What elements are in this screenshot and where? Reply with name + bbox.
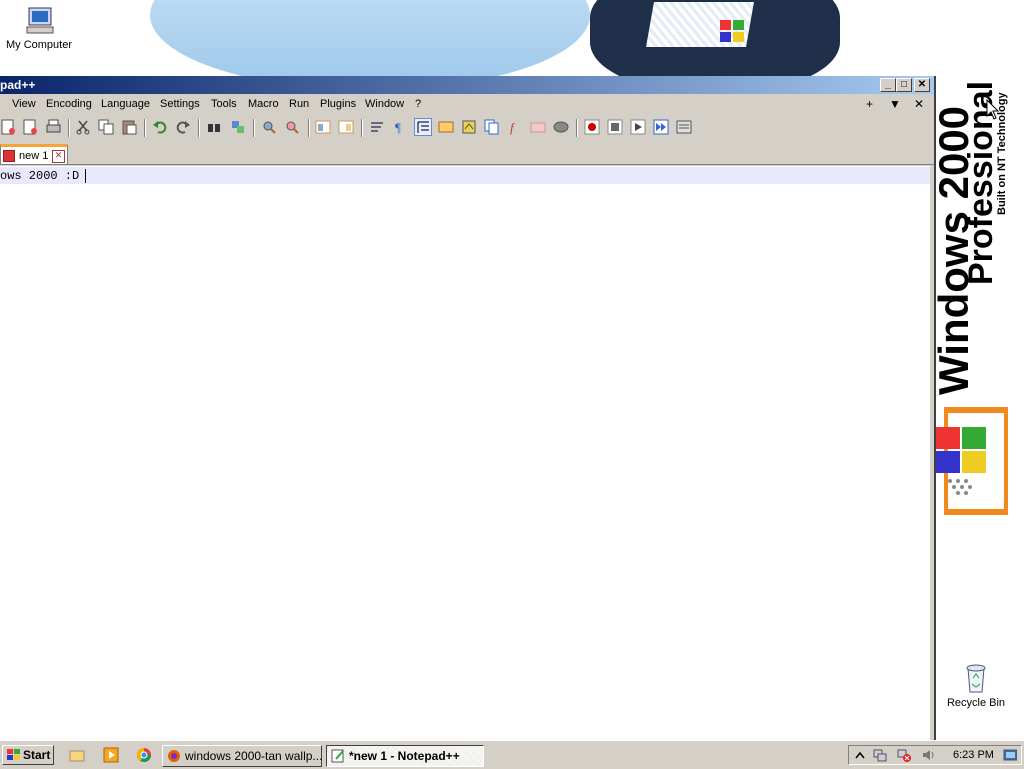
toolbar-separator: [253, 119, 255, 137]
toolbar-separator: [68, 119, 70, 137]
copy-icon[interactable]: [98, 119, 114, 135]
indent-guide-icon[interactable]: [414, 118, 432, 136]
menu-plugins[interactable]: Plugins: [320, 98, 356, 110]
show-all-characters-icon[interactable]: ¶: [392, 119, 408, 135]
document-map-icon[interactable]: [461, 119, 477, 135]
close-document-button[interactable]: ✕: [914, 97, 924, 111]
windows-2000-branding: Windows 2000 Professional Built on NT Te…: [930, 55, 1020, 735]
show-desktop-icon[interactable]: [1003, 748, 1017, 762]
taskbar-browser-window[interactable]: windows 2000-tan wallp...: [162, 745, 322, 767]
current-line-highlight: [0, 167, 930, 184]
tab-label: new 1: [19, 150, 49, 162]
start-button[interactable]: Start: [2, 745, 54, 765]
network-disconnected-icon[interactable]: [897, 748, 911, 762]
windows-logo-icon: [936, 407, 1008, 515]
undo-icon[interactable]: [152, 119, 168, 135]
menu-view[interactable]: View: [12, 98, 36, 110]
word-wrap-icon[interactable]: [369, 119, 385, 135]
start-label: Start: [23, 748, 51, 762]
mouse-cursor-icon: [986, 99, 1000, 120]
folder-as-workspace-icon[interactable]: [530, 119, 546, 135]
notepad-plus-plus-window: pad++ _ □ ✕ View Encoding Language Setti…: [0, 76, 936, 741]
brand-edition-text: Professional: [962, 80, 1000, 285]
windows-flag-icon: [720, 20, 744, 42]
record-macro-icon[interactable]: [584, 119, 600, 135]
find-icon[interactable]: [206, 119, 222, 135]
close-window-button[interactable]: ✕: [914, 78, 930, 92]
svg-text:f: f: [510, 120, 516, 135]
editor-content: ows 2000 :D: [0, 169, 80, 183]
document-tab-bar: new 1 ✕: [0, 142, 934, 165]
maximize-button[interactable]: □: [896, 78, 912, 92]
monitoring-icon[interactable]: [553, 119, 569, 135]
tab-new-1[interactable]: new 1 ✕: [0, 144, 68, 164]
cut-icon[interactable]: [75, 119, 91, 135]
notepad-plus-plus-icon: [331, 749, 344, 763]
save-macro-icon[interactable]: [676, 119, 692, 135]
svg-text:¶: ¶: [395, 120, 401, 135]
tray-expand-arrow-icon[interactable]: [853, 748, 867, 762]
chrome-icon[interactable]: [136, 747, 152, 763]
taskbar-notepad-label: *new 1 - Notepad++: [349, 749, 460, 763]
taskbar: Start windows 2000-tan wallp... *new 1 -…: [0, 740, 1024, 769]
menu-run[interactable]: Run: [289, 98, 309, 110]
text-caret: [85, 169, 86, 183]
menu-encoding[interactable]: Encoding: [46, 98, 92, 110]
window-titlebar[interactable]: pad++ _ □ ✕: [0, 76, 934, 94]
print-icon[interactable]: [45, 119, 61, 135]
sync-vertical-icon[interactable]: [315, 119, 331, 135]
toolbar-separator: [576, 119, 578, 137]
open-file-icon[interactable]: [22, 119, 38, 135]
redo-icon[interactable]: [175, 119, 191, 135]
toolbar-separator: [144, 119, 146, 137]
clock[interactable]: 6:23 PM: [953, 749, 994, 761]
menu-bar: View Encoding Language Settings Tools Ma…: [0, 95, 934, 115]
sync-horizontal-icon[interactable]: [338, 119, 354, 135]
firefox-icon: [168, 750, 180, 762]
run-macro-multiple-icon[interactable]: [653, 119, 669, 135]
replace-icon[interactable]: [230, 119, 246, 135]
tab-list-dropdown-button[interactable]: ▼: [889, 97, 901, 111]
brand-tagline-text: Built on NT Technology: [996, 92, 1008, 215]
menu-tools[interactable]: Tools: [211, 98, 237, 110]
tab-close-icon[interactable]: ✕: [52, 150, 65, 163]
my-computer-desktop-icon[interactable]: My Computer: [4, 6, 74, 51]
toolbar-separator: [308, 119, 310, 137]
user-defined-language-icon[interactable]: [438, 119, 454, 135]
toolbar: ¶ f: [0, 116, 934, 140]
windows-start-icon: [7, 749, 20, 760]
document-list-icon[interactable]: [484, 119, 500, 135]
playback-macro-icon[interactable]: [630, 119, 646, 135]
paste-icon[interactable]: [121, 119, 137, 135]
media-player-icon[interactable]: [103, 747, 119, 763]
system-tray: 6:23 PM: [848, 745, 1022, 765]
network-icon[interactable]: [873, 748, 887, 762]
menu-language[interactable]: Language: [101, 98, 150, 110]
taskbar-browser-label: windows 2000-tan wallp...: [185, 749, 323, 763]
zoom-out-icon[interactable]: [284, 119, 300, 135]
unsaved-file-icon: [3, 150, 15, 162]
function-list-icon[interactable]: f: [507, 119, 523, 135]
stop-recording-icon[interactable]: [607, 119, 623, 135]
new-file-icon[interactable]: [0, 119, 16, 135]
menu-help[interactable]: ?: [415, 98, 421, 110]
toolbar-separator: [361, 119, 363, 137]
menu-settings[interactable]: Settings: [160, 98, 200, 110]
computer-icon: [26, 7, 54, 34]
minimize-button[interactable]: _: [880, 78, 896, 92]
taskbar-notepad-window[interactable]: *new 1 - Notepad++: [326, 745, 484, 767]
new-tab-plus-button[interactable]: +: [866, 97, 873, 111]
toolbar-separator: [198, 119, 200, 137]
menu-window[interactable]: Window: [365, 98, 404, 110]
text-editor[interactable]: ows 2000 :D: [0, 166, 930, 740]
volume-icon[interactable]: [921, 748, 935, 762]
my-computer-label: My Computer: [5, 39, 73, 51]
menu-macro[interactable]: Macro: [248, 98, 279, 110]
show-desktop-folder-icon[interactable]: [69, 747, 85, 763]
window-title: pad++: [0, 78, 36, 92]
zoom-in-icon[interactable]: [261, 119, 277, 135]
